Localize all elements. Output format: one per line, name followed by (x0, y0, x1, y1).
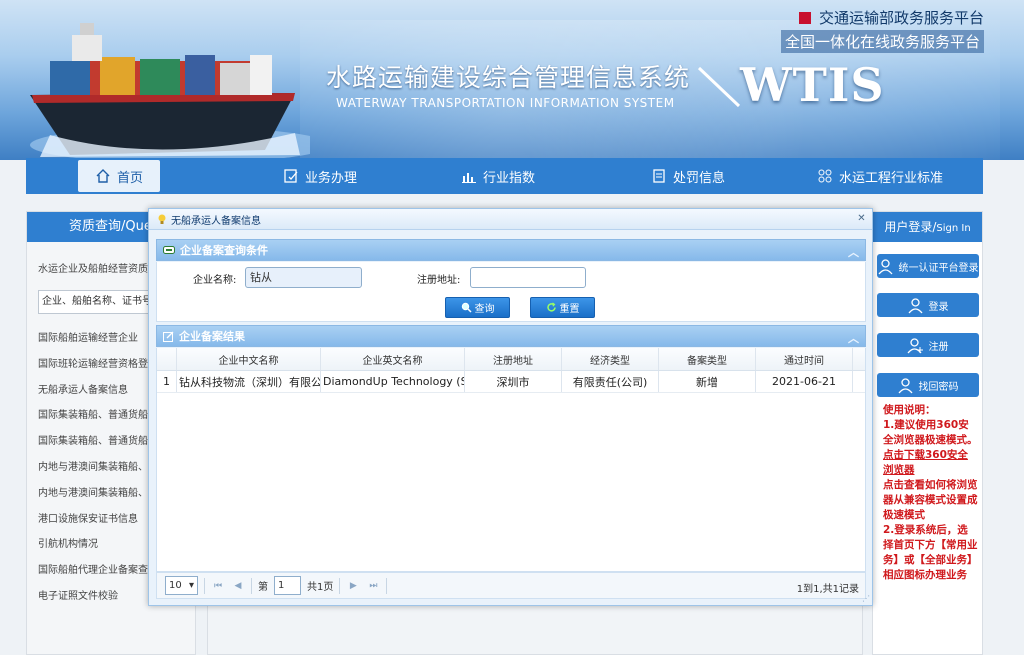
nav-standards[interactable]: 水运工程行业标准 (814, 158, 946, 194)
wtis-logo: WTIS (740, 58, 885, 112)
document-icon (653, 169, 665, 183)
nav-business[interactable]: 业务办理 (270, 158, 370, 194)
main-nav: 首页 业务办理 行业指数 处罚信息 水运工程行业标准 (26, 158, 983, 194)
page-number-input[interactable]: 1 (274, 576, 301, 595)
divider (386, 577, 388, 594)
divider (251, 577, 252, 594)
user-icon (907, 297, 923, 313)
nav-home[interactable]: 首页 (78, 160, 160, 192)
red-square-icon (798, 11, 811, 24)
right-panel-header: 用户登录/Sign In (873, 212, 982, 242)
table-row[interactable]: 1 钻从科技物流（深圳）有限公司 DiamondUp Technology (S… (157, 371, 865, 393)
pagination-bar: 10 ▾ ⏮ ◀ 第 1 共1页 ▶ ⏭ 1到1,共1记录 (156, 572, 866, 599)
collapse-icon[interactable]: ︿ (848, 330, 859, 346)
company-name-input[interactable]: 钻从 (245, 267, 362, 288)
query-form: 企业名称: 钻从 注册地址: 查询 重置 (156, 262, 866, 322)
edit-icon (163, 331, 174, 342)
chevron-down-icon: ▾ (188, 580, 194, 591)
search-icon (461, 302, 472, 313)
usage-instructions: 使用说明： 1.建议使用360安全浏览器极速模式。 点击下载360安全浏览器 点… (883, 404, 978, 581)
address-input[interactable] (470, 267, 586, 288)
column-header[interactable]: 通过时间 (756, 348, 853, 370)
national-platform-link[interactable]: 全国一体化在线政务服务平台 (780, 30, 984, 53)
bar-chart-icon (461, 173, 476, 183)
slash-decoration (697, 66, 741, 108)
refresh-icon (546, 302, 556, 312)
company-name-label: 企业名称: (193, 275, 237, 286)
collapse-icon[interactable]: ︿ (848, 244, 859, 260)
query-conditions-header: 企业备案查询条件 ︿ (156, 239, 866, 261)
site-subtitle: WATERWAY TRANSPORTATION INFORMATION SYST… (336, 96, 675, 110)
user-icon (897, 377, 913, 393)
gov-service-platform-link[interactable]: 交通运输部政务服务平台 (798, 7, 984, 28)
header-banner: 交通运输部政务服务平台 全国一体化在线政务服务平台 水路运输建设综合管理信息系统… (0, 0, 1024, 160)
standard-icon (818, 169, 832, 183)
lightbulb-icon (158, 214, 166, 224)
nav-industry-index[interactable]: 行业指数 (456, 158, 540, 194)
login-button[interactable]: 登录 (876, 293, 979, 317)
record-count: 1到1,共1记录 (796, 584, 859, 595)
recover-password-button[interactable]: 找回密码 (876, 373, 979, 397)
home-icon (96, 169, 110, 183)
column-header[interactable]: 企业中文名称 (177, 348, 321, 370)
register-button[interactable]: 注册 (876, 333, 979, 357)
panel-icon (163, 246, 175, 254)
column-header[interactable]: 经济类型 (562, 348, 659, 370)
divider (204, 577, 205, 594)
nav-penalty-info[interactable]: 处罚信息 (646, 158, 730, 194)
close-icon[interactable]: ✕ (856, 213, 867, 224)
divider (339, 577, 341, 594)
results-table: 企业中文名称 企业英文名称 注册地址 经济类型 备案类型 通过时间 1 钻从科技… (156, 348, 866, 572)
edit-icon (284, 169, 298, 183)
last-page-icon[interactable]: ⏭ (366, 581, 380, 591)
add-user-icon (906, 337, 923, 353)
column-header[interactable]: 备案类型 (659, 348, 756, 370)
next-page-icon[interactable]: ▶ (346, 581, 360, 591)
user-icon (877, 258, 893, 274)
dialog-title: 无船承运人备案信息 (171, 215, 261, 227)
address-label: 注册地址: (417, 275, 461, 286)
table-header: 企业中文名称 企业英文名称 注册地址 经济类型 备案类型 通过时间 (157, 348, 865, 371)
reset-button[interactable]: 重置 (530, 297, 595, 318)
results-header: 企业备案结果 ︿ (156, 325, 866, 347)
download-browser-link[interactable]: 点击下载360安全浏览器 (883, 448, 978, 478)
row-number-header (157, 348, 177, 370)
unified-auth-login-button[interactable]: 统一认证平台登录 (876, 254, 979, 278)
cargo-ship-image (30, 23, 310, 160)
search-button[interactable]: 查询 (445, 297, 510, 318)
dialog-titlebar: 无船承运人备案信息 (149, 209, 872, 230)
browser-mode-help-link[interactable]: 点击查看如何将浏览器从兼容模式设置成极速模式 (883, 478, 978, 523)
user-login-panel: 用户登录/Sign In 统一认证平台登录 登录 注册 找回密码 使用说明： 1… (872, 211, 983, 655)
site-title: 水路运输建设综合管理信息系统 (326, 63, 691, 92)
resize-handle-icon[interactable]: ⋰ (862, 595, 870, 603)
first-page-icon[interactable]: ⏮ (211, 581, 225, 591)
column-header[interactable]: 企业英文名称 (321, 348, 465, 370)
prev-page-icon[interactable]: ◀ (231, 581, 245, 591)
column-header[interactable]: 注册地址 (465, 348, 562, 370)
nvocc-record-dialog: 无船承运人备案信息 ✕ 企业备案查询条件 ︿ 企业名称: 钻从 注册地址: 查询… (148, 208, 873, 606)
page-size-select[interactable]: 10 ▾ (165, 576, 198, 595)
